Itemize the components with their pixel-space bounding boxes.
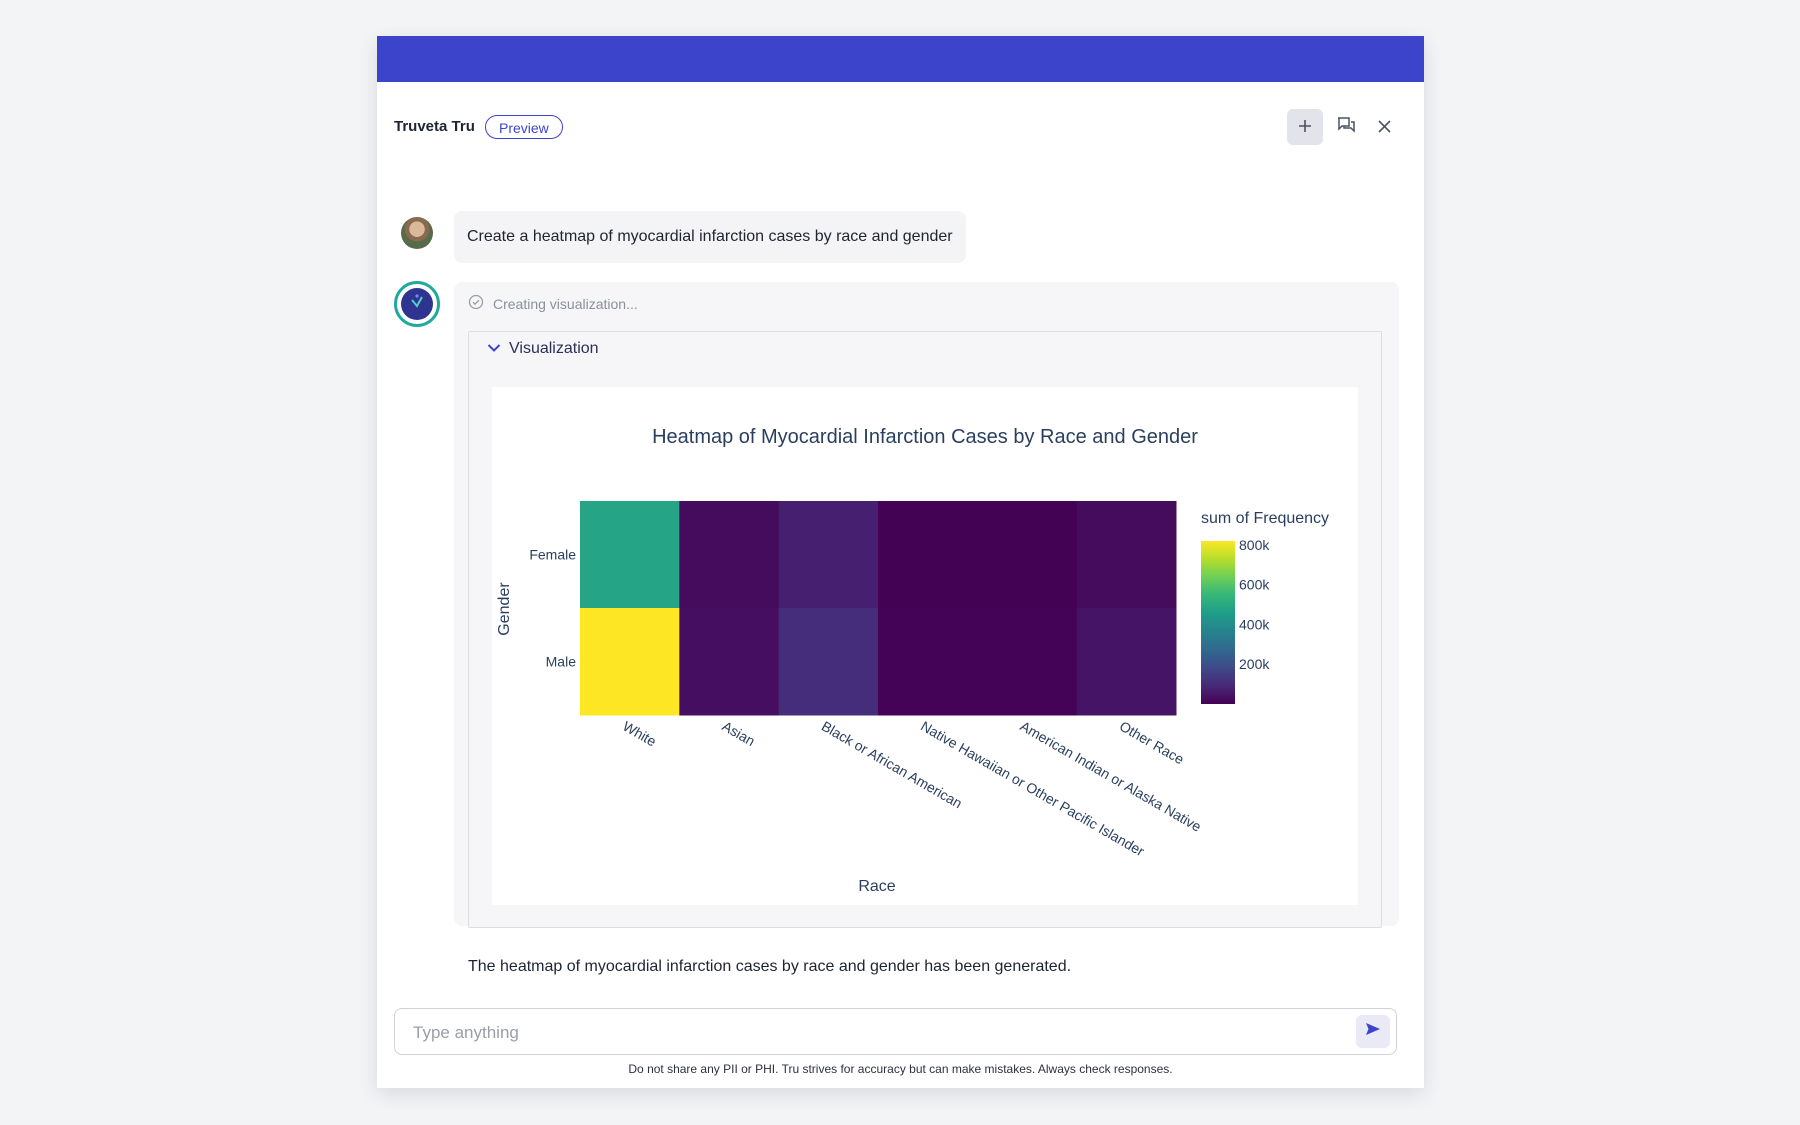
heatmap-cell[interactable]: [1076, 501, 1177, 609]
heatmap-svg: Heatmap of Myocardial Infarction Cases b…: [496, 426, 1329, 895]
heatmap-cell[interactable]: [878, 501, 978, 609]
heatmap-cell[interactable]: [778, 501, 879, 609]
x-tick-label: American Indian or Alaska Native: [1018, 718, 1205, 835]
status-row: Creating visualization...: [468, 294, 638, 313]
colorbar-tick-label: 400k: [1239, 616, 1270, 632]
truveta-logo-icon: [409, 293, 425, 316]
send-icon: [1365, 1022, 1381, 1041]
close-button[interactable]: [1366, 109, 1402, 145]
x-tick-label: White: [620, 718, 659, 750]
heatmap-chart: Heatmap of Myocardial Infarction Cases b…: [492, 387, 1358, 905]
chart-title: Heatmap of Myocardial Infarction Cases b…: [652, 426, 1198, 448]
status-text: Creating visualization...: [493, 295, 638, 312]
colorbar: [1201, 541, 1235, 704]
y-axis-label: Gender: [496, 582, 513, 636]
assistant-message: Creating visualization... Visualization: [454, 282, 1399, 975]
chat-history-icon: [1337, 116, 1355, 139]
heatmap-cell[interactable]: [977, 608, 1078, 716]
y-tick-label: Male: [546, 654, 577, 670]
heatmap-cell[interactable]: [580, 501, 680, 609]
y-tick-label: Female: [529, 547, 576, 563]
assistant-result-text: The heatmap of myocardial infarction cas…: [468, 958, 1072, 975]
app-title: Truveta Tru: [394, 118, 475, 135]
user-avatar: [401, 217, 433, 249]
user-message: Create a heatmap of myocardial infarctio…: [454, 211, 966, 263]
visualization-panel: Visualization Heatmap of Myocardial Infa…: [468, 331, 1382, 928]
chat-input-box[interactable]: [394, 1008, 1397, 1055]
heatmap-cell[interactable]: [977, 501, 1078, 609]
heatmap-cell[interactable]: [679, 501, 780, 609]
heatmap-cell[interactable]: [580, 608, 680, 716]
x-tick-label: Other Race: [1117, 718, 1187, 768]
new-chat-button[interactable]: [1287, 109, 1323, 145]
heatmap-cell[interactable]: [778, 608, 879, 716]
heatmap-cell[interactable]: [878, 608, 978, 716]
colorbar-tick-label: 800k: [1239, 537, 1270, 553]
plus-icon: [1298, 116, 1312, 139]
colorbar-tick-label: 200k: [1239, 656, 1270, 672]
check-circle-icon: [468, 294, 484, 313]
chevron-down-icon: [487, 340, 501, 358]
assistant-avatar: [394, 281, 440, 327]
heatmap-cell[interactable]: [679, 608, 780, 716]
visualization-label: Visualization: [509, 340, 599, 357]
top-bar: [377, 36, 1424, 82]
colorbar-tick-label: 600k: [1239, 577, 1270, 593]
assistant-panel: Truveta Tru Preview Create a heatmap of …: [377, 36, 1424, 1088]
preview-badge: Preview: [485, 115, 563, 139]
chat-history-button[interactable]: [1328, 109, 1364, 145]
heatmap-cell[interactable]: [1076, 608, 1177, 716]
disclaimer-text: Do not share any PII or PHI. Tru strives…: [628, 1062, 1173, 1076]
colorbar-title: sum of Frequency: [1201, 510, 1329, 527]
chat-input[interactable]: [411, 1019, 1315, 1047]
send-button[interactable]: [1356, 1015, 1390, 1048]
visualization-toggle[interactable]: Visualization: [487, 340, 599, 358]
close-icon: [1377, 116, 1391, 139]
x-tick-label: Asian: [720, 718, 758, 749]
x-axis-label: Race: [858, 878, 895, 895]
